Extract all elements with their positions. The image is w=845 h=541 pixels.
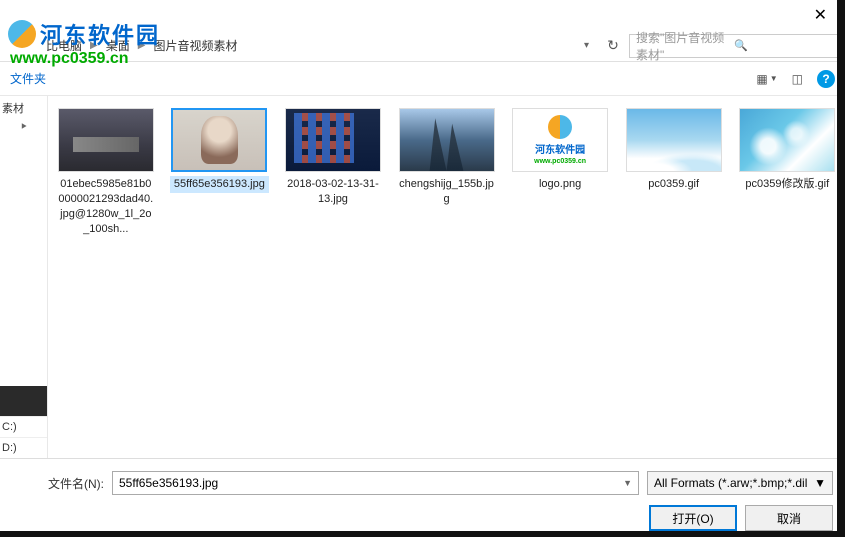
logo-icon	[548, 115, 572, 139]
file-thumbnail	[626, 108, 722, 172]
chevron-right-icon: ▶	[90, 40, 98, 51]
breadcrumb-item[interactable]: 比电脑	[46, 37, 82, 54]
search-input[interactable]: 搜索"图片音视频素材" 🔍	[629, 34, 839, 58]
file-thumbnail	[171, 108, 267, 172]
logo-url: www.pc0359.cn	[534, 158, 586, 165]
cancel-button[interactable]: 取消	[745, 505, 833, 531]
file-thumbnail	[58, 108, 154, 172]
breadcrumb-item[interactable]: 图片音视频素材	[153, 37, 237, 54]
toolbar: 文件夹 ▦ ▼ ◫ ?	[0, 62, 845, 96]
chevron-down-icon: ▼	[770, 74, 778, 83]
help-button[interactable]: ?	[817, 70, 835, 88]
file-name: 2018-03-02-13-31-13.jpg	[283, 176, 383, 208]
file-thumbnail	[739, 108, 835, 172]
file-name: 01ebec5985e81b00000021293dad40.jpg@1280w…	[56, 176, 156, 237]
sidebar-item[interactable]: 素材	[0, 96, 47, 120]
file-item[interactable]: 2018-03-02-13-31-13.jpg	[283, 108, 383, 208]
file-grid[interactable]: 01ebec5985e81b00000021293dad40.jpg@1280w…	[48, 96, 845, 458]
search-icon[interactable]: 🔍	[734, 39, 832, 52]
dialog-footer: 文件名(N): 55ff65e356193.jpg ▼ All Formats …	[0, 458, 845, 541]
refresh-button[interactable]: ↻	[601, 34, 625, 58]
new-folder-link[interactable]: 文件夹	[10, 70, 46, 87]
preview-pane-button[interactable]: ◫	[792, 72, 803, 86]
breadcrumb-item[interactable]: 桌面	[106, 37, 130, 54]
file-name: pc0359.gif	[624, 176, 724, 193]
file-item[interactable]: pc0359修改版.gif	[737, 108, 837, 193]
file-open-dialog: ✕ 河东软件园 www.pc0359.cn 比电脑 ▶ 桌面 ▶ 图片音视频素材…	[0, 0, 845, 537]
filename-value: 55ff65e356193.jpg	[119, 476, 218, 490]
main-content: 素材 ⯈ C:) D:) 01ebec5985e81b00000021293da…	[0, 96, 845, 458]
filename-input[interactable]: 55ff65e356193.jpg ▼	[112, 471, 639, 495]
window-edge	[837, 0, 845, 537]
format-select[interactable]: All Formats (*.arw;*.bmp;*.dil ▼	[647, 471, 833, 495]
file-item[interactable]: pc0359.gif	[624, 108, 724, 193]
chevron-right-icon: ▶	[138, 40, 146, 51]
chevron-down-icon[interactable]: ▾	[584, 40, 589, 51]
view-mode-button[interactable]: ▦ ▼	[756, 72, 777, 86]
titlebar: ✕	[0, 0, 845, 30]
logo-text: 河东软件园	[535, 141, 585, 156]
chevron-down-icon[interactable]: ▼	[623, 478, 632, 488]
sidebar-drive-d[interactable]: D:)	[0, 437, 47, 458]
file-thumbnail: 河东软件园 www.pc0359.cn	[512, 108, 608, 172]
chevron-down-icon[interactable]: ▼	[814, 476, 826, 490]
format-value: All Formats (*.arw;*.bmp;*.dil	[654, 476, 807, 490]
preview-icon: ◫	[792, 72, 803, 86]
sidebar-drive-c[interactable]: C:)	[0, 416, 47, 437]
breadcrumb[interactable]: 比电脑 ▶ 桌面 ▶ 图片音视频素材 ▾	[6, 37, 597, 54]
file-thumbnail	[399, 108, 495, 172]
open-button[interactable]: 打开(O)	[649, 505, 737, 531]
search-placeholder: 搜索"图片音视频素材"	[636, 29, 734, 63]
thumbnails-icon: ▦	[756, 72, 767, 86]
file-name: pc0359修改版.gif	[737, 176, 837, 193]
close-button[interactable]: ✕	[804, 3, 837, 27]
file-item[interactable]: 河东软件园 www.pc0359.cn logo.png	[510, 108, 610, 193]
file-name: chengshijg_155b.jpg	[397, 176, 497, 208]
sidebar-divider	[0, 386, 47, 416]
file-thumbnail	[285, 108, 381, 172]
address-bar: 比电脑 ▶ 桌面 ▶ 图片音视频素材 ▾ ↻ 搜索"图片音视频素材" 🔍	[0, 30, 845, 62]
file-name: 55ff65e356193.jpg	[170, 176, 270, 193]
file-name: logo.png	[510, 176, 610, 193]
expand-icon[interactable]: ⯈	[0, 120, 47, 135]
file-item-selected[interactable]: 55ff65e356193.jpg	[170, 108, 270, 193]
sidebar: 素材 ⯈ C:) D:)	[0, 96, 48, 458]
file-item[interactable]: chengshijg_155b.jpg	[397, 108, 497, 208]
file-item[interactable]: 01ebec5985e81b00000021293dad40.jpg@1280w…	[56, 108, 156, 237]
window-edge	[0, 531, 845, 537]
filename-label: 文件名(N):	[48, 475, 104, 492]
